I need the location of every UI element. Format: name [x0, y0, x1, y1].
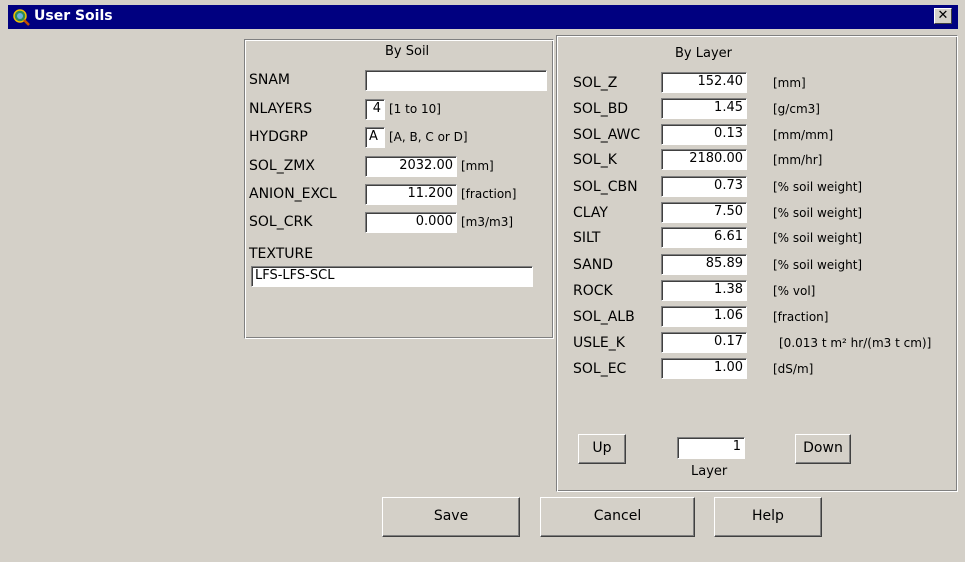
texture-field[interactable]: LFS-LFS-SCL: [251, 266, 533, 287]
clay-unit: [% soil weight]: [773, 206, 863, 220]
usle-k-field[interactable]: 0.17: [661, 332, 747, 353]
up-button[interactable]: Up: [578, 434, 626, 464]
sol-awc-unit: [mm/mm]: [773, 128, 834, 142]
snam-label: SNAM: [249, 72, 291, 88]
sol-cbn-unit: [% soil weight]: [773, 180, 863, 194]
sol-alb-label: SOL_ALB: [573, 309, 635, 325]
by-layer-panel: By Layer SOL_Z 152.40 [mm] SOL_BD 1.45 [g/cm3…: [556, 35, 958, 492]
help-button[interactable]: Help: [714, 497, 822, 537]
layer-field[interactable]: 1: [677, 437, 745, 459]
sol-k-unit: [mm/hr]: [773, 153, 823, 167]
sol-bd-unit: [g/cm3]: [773, 102, 820, 116]
nlayers-field[interactable]: 4: [365, 99, 385, 120]
silt-field[interactable]: 6.61: [661, 227, 747, 248]
cancel-button[interactable]: Cancel: [540, 497, 695, 537]
help-button-label: Help: [752, 508, 784, 524]
window-title: User Soils: [34, 8, 113, 24]
sol-zmx-field[interactable]: 2032.00: [365, 156, 457, 177]
sol-zmx-unit: [mm]: [461, 159, 494, 173]
sol-cbn-field[interactable]: 0.73: [661, 176, 747, 197]
sol-z-label: SOL_Z: [573, 75, 618, 91]
sol-z-field[interactable]: 152.40: [661, 72, 747, 93]
sol-alb-field[interactable]: 1.06: [661, 306, 747, 327]
anion-excl-field[interactable]: 11.200: [365, 184, 457, 205]
anion-excl-unit: [fraction]: [461, 187, 517, 201]
sol-bd-field[interactable]: 1.45: [661, 98, 747, 119]
usle-k-unit: [0.013 t m² hr/(m3 t cm)]: [779, 336, 932, 350]
sand-field[interactable]: 85.89: [661, 254, 747, 275]
by-layer-header: By Layer: [675, 46, 732, 61]
rock-label: ROCK: [573, 283, 613, 299]
hydgrp-label: HYDGRP: [249, 129, 308, 145]
save-button-label: Save: [433, 508, 469, 524]
rock-unit: [% vol]: [773, 284, 816, 298]
sol-k-field[interactable]: 2180.00: [661, 149, 747, 170]
texture-label: TEXTURE: [249, 246, 314, 262]
anion-excl-label: ANION_EXCL: [249, 186, 337, 202]
clay-label: CLAY: [573, 205, 608, 221]
down-button-label: Down: [803, 440, 843, 456]
silt-unit: [% soil weight]: [773, 231, 863, 245]
nlayers-unit: [1 to 10]: [389, 102, 441, 116]
title-bar[interactable]: User Soils ✕: [8, 5, 958, 29]
dialog-body: By Soil SNAM NLAYERS 4 [1 to 10] HYDGRP …: [8, 29, 958, 562]
by-soil-panel: By Soil SNAM NLAYERS 4 [1 to 10] HYDGRP …: [244, 39, 554, 339]
close-icon: ✕: [937, 8, 949, 23]
rock-field[interactable]: 1.38: [661, 280, 747, 301]
globe-magnifier-icon: [13, 9, 30, 26]
hydgrp-unit: [A, B, C or D]: [389, 130, 468, 144]
cancel-button-label: Cancel: [593, 508, 642, 524]
sol-ec-field[interactable]: 1.00: [661, 358, 747, 379]
sol-bd-label: SOL_BD: [573, 101, 629, 117]
silt-label: SILT: [573, 230, 601, 246]
sol-k-label: SOL_K: [573, 152, 617, 168]
sol-ec-unit: [dS/m]: [773, 362, 814, 376]
hydgrp-field[interactable]: A: [365, 127, 385, 148]
up-button-label: Up: [592, 440, 612, 456]
sand-label: SAND: [573, 257, 613, 273]
down-button[interactable]: Down: [795, 434, 851, 464]
sol-awc-label: SOL_AWC: [573, 127, 641, 143]
sol-alb-unit: [fraction]: [773, 310, 829, 324]
sol-z-unit: [mm]: [773, 76, 806, 90]
close-button[interactable]: ✕: [934, 8, 952, 24]
sol-cbn-label: SOL_CBN: [573, 179, 638, 195]
by-soil-header: By Soil: [385, 44, 430, 59]
usle-k-label: USLE_K: [573, 335, 625, 351]
save-button[interactable]: Save: [382, 497, 520, 537]
sol-zmx-label: SOL_ZMX: [249, 158, 315, 174]
sol-crk-label: SOL_CRK: [249, 214, 313, 230]
nlayers-label: NLAYERS: [249, 101, 313, 117]
user-soils-window: User Soils ✕ By Soil SNAM NLAYERS 4 [1 t…: [0, 0, 965, 562]
layer-label: Layer: [691, 464, 728, 479]
sol-crk-field[interactable]: 0.000: [365, 212, 457, 233]
sol-ec-label: SOL_EC: [573, 361, 627, 377]
sol-crk-unit: [m3/m3]: [461, 215, 514, 229]
snam-field[interactable]: [365, 70, 547, 91]
sand-unit: [% soil weight]: [773, 258, 863, 272]
sol-awc-field[interactable]: 0.13: [661, 124, 747, 145]
clay-field[interactable]: 7.50: [661, 202, 747, 223]
